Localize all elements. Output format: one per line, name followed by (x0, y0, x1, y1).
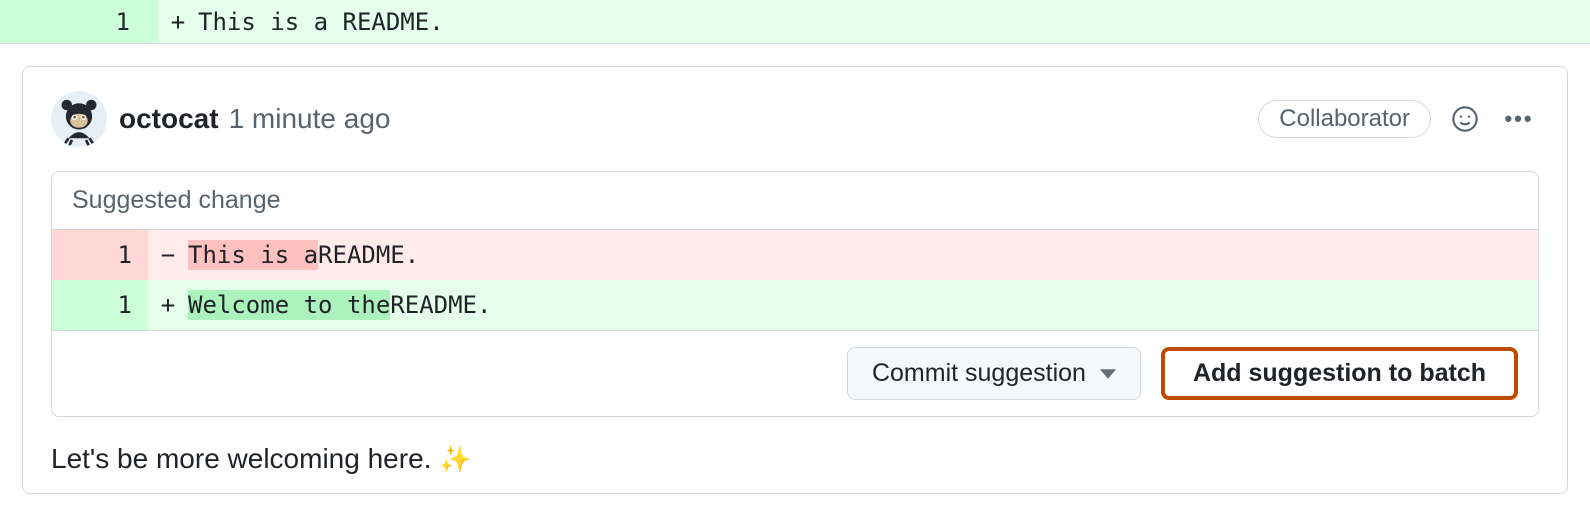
smiley-icon (1451, 105, 1479, 133)
diff-marker-plus: + (148, 280, 188, 330)
diff-code: This is a README. (198, 0, 1590, 43)
diff-highlight-added: Welcome to the (188, 290, 390, 320)
diff-highlight-removed: This is a (188, 240, 318, 270)
diff-marker-minus: − (148, 230, 188, 280)
diff-marker-plus: + (158, 0, 198, 43)
button-label: Commit suggestion (872, 359, 1086, 388)
diff-code: Welcome to the README. (188, 280, 1538, 330)
diff-code: This is a README. (188, 230, 1538, 280)
kebab-icon: ••• (1504, 106, 1533, 132)
comment-timestamp[interactable]: 1 minute ago (229, 103, 391, 135)
comment-author[interactable]: octocat (119, 103, 219, 135)
suggestion-actions: Commit suggestion Add suggestion to batc… (52, 330, 1538, 416)
diff-text: README. (318, 241, 419, 269)
avatar[interactable] (51, 91, 107, 147)
role-badge: Collaborator (1258, 100, 1431, 138)
emoji-reaction-button[interactable] (1445, 99, 1485, 139)
comment-header: octocat 1 minute ago Collaborator ••• (51, 91, 1539, 147)
caret-down-icon (1100, 368, 1116, 380)
diff-line-deletion: 1 − This is a README. (52, 230, 1538, 280)
line-number: 1 (52, 230, 148, 280)
diff-row-added: 1 + This is a README. (0, 0, 1590, 44)
button-label: Add suggestion to batch (1193, 359, 1486, 388)
comment-body: Let's be more welcoming here. ✨ (51, 439, 1539, 475)
sparkles-emoji: ✨ (439, 444, 471, 474)
line-number: 1 (52, 280, 148, 330)
diff-line-addition: 1 + Welcome to the README. (52, 280, 1538, 330)
diff-text: README. (390, 291, 491, 319)
commit-suggestion-button[interactable]: Commit suggestion (847, 347, 1141, 400)
comment-text: Let's be more welcoming here. (51, 443, 439, 474)
review-comment: octocat 1 minute ago Collaborator ••• Su… (22, 66, 1568, 494)
comment-menu-button[interactable]: ••• (1499, 99, 1539, 139)
add-suggestion-to-batch-button[interactable]: Add suggestion to batch (1161, 347, 1518, 400)
line-number: 1 (0, 0, 158, 43)
suggested-change-box: Suggested change 1 − This is a README. 1… (51, 171, 1539, 417)
suggested-change-label: Suggested change (52, 172, 1538, 230)
